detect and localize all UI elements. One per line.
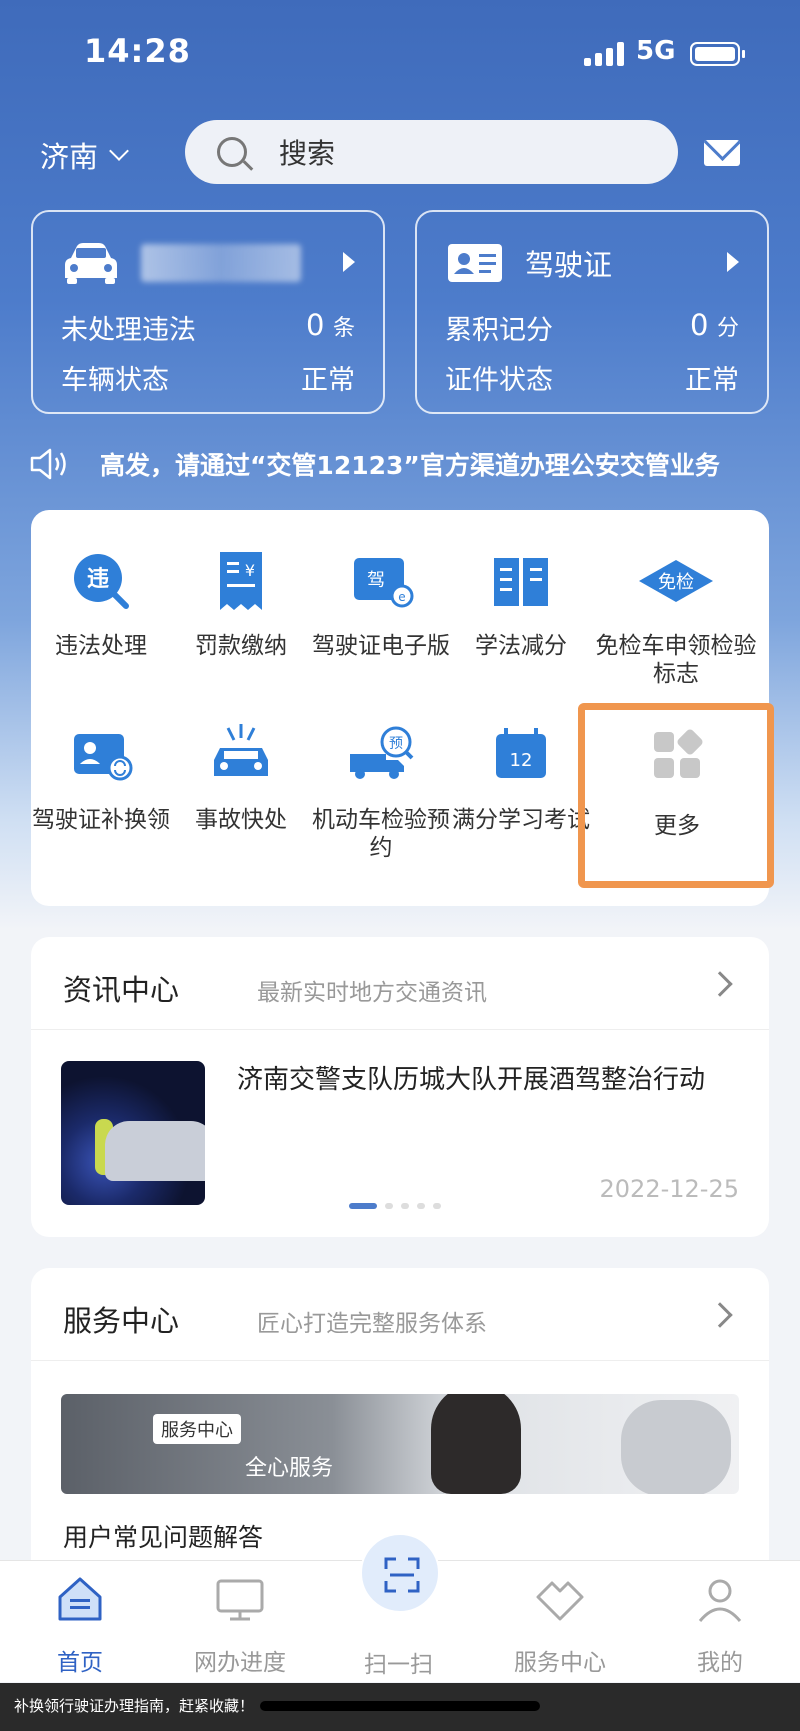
- carousel-dots: [349, 1203, 441, 1209]
- violation-icon: 违: [74, 554, 129, 609]
- accident-icon: [214, 724, 268, 776]
- city-name: 济南: [40, 140, 99, 174]
- search-icon: [217, 137, 247, 167]
- banner-tag: 服务中心: [153, 1414, 241, 1444]
- search-placeholder: 搜索: [279, 137, 336, 170]
- study-book-icon: [494, 558, 548, 606]
- news-thumbnail[interactable]: [61, 1061, 205, 1205]
- handshake-icon: [536, 1581, 584, 1621]
- svg-text:预: 预: [389, 736, 403, 752]
- service-license-renew[interactable]: 驾驶证补换领: [31, 720, 171, 834]
- service-center-section: 服务中心 匠心打造完整服务体系 服务中心 全心服务 用户常见问题解答: [31, 1268, 769, 1578]
- points-row: 累积记分 0 分: [445, 308, 739, 346]
- license-renew-icon: [74, 734, 133, 781]
- home-icon: [58, 1577, 102, 1621]
- service-e-license[interactable]: 驾 e 驾驶证电子版: [311, 546, 451, 660]
- service-violation[interactable]: 违 违法处理: [31, 546, 171, 660]
- service-accident[interactable]: 事故快处: [171, 720, 311, 834]
- id-card-icon: [448, 244, 502, 282]
- news-section-title: 资讯中心: [63, 973, 180, 1007]
- network-type: 5G: [636, 36, 676, 66]
- inspection-exempt-icon: 免检: [639, 560, 713, 602]
- tab-progress[interactable]: 网办进度: [180, 1573, 300, 1677]
- fine-payment-icon: ¥: [220, 552, 262, 610]
- speaker-icon: [30, 448, 66, 480]
- svg-text:e: e: [398, 590, 405, 604]
- chevron-right-icon[interactable]: [707, 1302, 733, 1328]
- car-icon: [65, 243, 117, 284]
- bottom-tab-bar: 首页 网办进度 扫一扫 服务中心 我的: [0, 1533, 800, 1682]
- svg-text:违: 违: [87, 566, 109, 592]
- svg-text:12: 12: [510, 750, 533, 771]
- inspection-booking-icon: 预: [350, 726, 414, 779]
- plate-number-blurred: [141, 244, 301, 282]
- license-card[interactable]: 驾驶证 累积记分 0 分 证件状态 正常: [415, 210, 769, 414]
- news-section-subtitle: 最新实时地方交通资讯: [257, 980, 487, 1006]
- chevron-down-icon: [109, 141, 129, 161]
- status-time: 14:28: [84, 32, 191, 70]
- monitor-icon: [216, 1579, 264, 1621]
- tab-service-center[interactable]: 服务中心: [500, 1573, 620, 1677]
- status-bar: 14:28 5G: [0, 0, 800, 100]
- service-section-title: 服务中心: [63, 1304, 180, 1338]
- news-section: 资讯中心 最新实时地方交通资讯 济南交警支队历城大队开展酒驾整治行动 2022-…: [31, 937, 769, 1237]
- arrow-right-icon: [727, 252, 739, 272]
- service-banner[interactable]: 服务中心 全心服务: [61, 1394, 739, 1494]
- scan-button[interactable]: [360, 1533, 440, 1613]
- vehicle-card[interactable]: 未处理违法 0 条 车辆状态 正常: [31, 210, 385, 414]
- top-bar: 济南 搜索: [0, 118, 800, 186]
- service-fine-payment[interactable]: ¥ 罚款缴纳: [171, 546, 311, 660]
- chevron-right-icon[interactable]: [707, 971, 733, 997]
- license-status-row: 证件状态 正常: [445, 365, 739, 396]
- more-highlight-box: [578, 703, 774, 888]
- search-input[interactable]: 搜索: [185, 120, 678, 184]
- tab-scan-label[interactable]: 扫一扫: [364, 1645, 433, 1679]
- news-title[interactable]: 济南交警支队历城大队开展酒驾整治行动: [237, 1063, 727, 1097]
- svg-text:驾: 驾: [367, 570, 385, 591]
- notice-bar[interactable]: 高发，请通过“交管12123”官方渠道办理公安交管业务: [28, 442, 778, 486]
- arrow-right-icon: [343, 252, 355, 272]
- service-section-subtitle: 匠心打造完整服务体系: [257, 1311, 487, 1337]
- user-icon: [698, 1579, 742, 1622]
- license-card-title: 驾驶证: [525, 248, 613, 282]
- mail-icon[interactable]: [704, 140, 740, 166]
- news-date: 2022-12-25: [599, 1175, 739, 1203]
- caption-bar: 补换领行驶证办理指南，赶紧收藏！: [0, 1683, 800, 1731]
- tab-home[interactable]: 首页: [20, 1573, 140, 1677]
- service-inspection-exempt[interactable]: 免检 免检车申领检验标志: [591, 546, 761, 688]
- full-score-exam-icon: 12: [496, 728, 546, 778]
- violation-row: 未处理违法 0 条: [61, 308, 355, 346]
- svg-text:免检: 免检: [658, 572, 694, 593]
- city-selector[interactable]: 济南: [40, 134, 129, 176]
- service-study[interactable]: 学法减分: [451, 546, 591, 660]
- scan-icon: [384, 1557, 420, 1593]
- caption-text: 补换领行驶证办理指南，赶紧收藏！: [14, 1697, 255, 1715]
- service-full-score-exam[interactable]: 12 满分学习考试: [451, 720, 591, 834]
- notice-text: 高发，请通过“交管12123”官方渠道办理公安交管业务: [100, 451, 720, 480]
- home-indicator: [260, 1701, 540, 1711]
- signal-icon: [584, 42, 626, 66]
- battery-icon: [690, 42, 745, 66]
- e-license-icon: 驾 e: [354, 558, 414, 608]
- faq-link[interactable]: 用户常见问题解答: [63, 1518, 263, 1554]
- service-inspection-booking[interactable]: 预 机动车检验预约: [311, 720, 451, 862]
- vehicle-status-row: 车辆状态 正常: [61, 365, 355, 396]
- banner-text: 全心服务: [245, 1456, 334, 1481]
- tab-mine[interactable]: 我的: [660, 1573, 780, 1677]
- svg-text:¥: ¥: [245, 561, 255, 580]
